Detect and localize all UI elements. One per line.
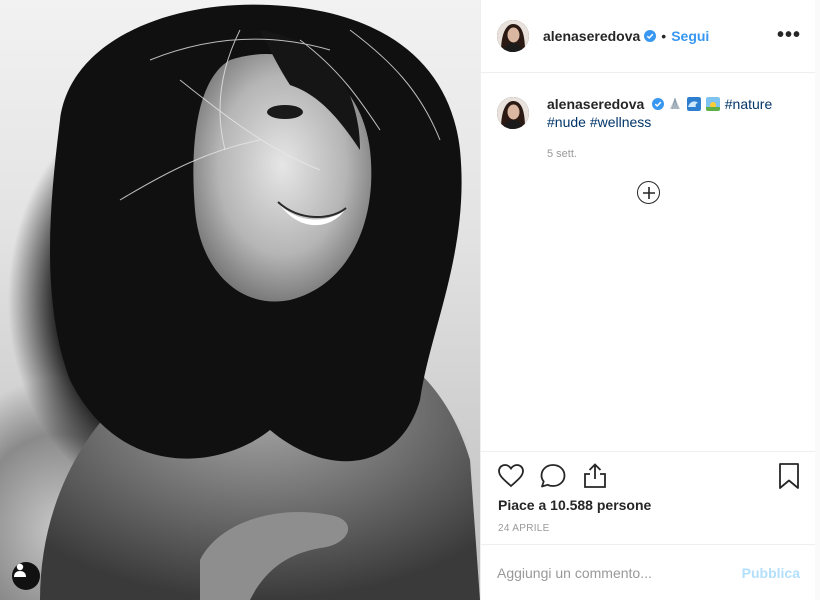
caption-username[interactable]: alenaseredova bbox=[547, 96, 644, 112]
comment-input[interactable] bbox=[497, 564, 742, 581]
more-options-button[interactable]: ••• bbox=[777, 24, 801, 47]
avatar[interactable] bbox=[497, 20, 529, 52]
caption-text: alenaseredova #nature #nude #wellness 5 … bbox=[547, 95, 772, 163]
avatar-image bbox=[497, 20, 529, 52]
plus-circle-icon bbox=[642, 186, 655, 199]
verified-badge-icon bbox=[652, 98, 665, 110]
sunrise-emoji-icon bbox=[705, 97, 720, 111]
likes-count[interactable]: Piace a 10.588 persone bbox=[498, 497, 651, 513]
separator-dot: • bbox=[661, 28, 667, 44]
post-date[interactable]: 24 APRILE bbox=[498, 523, 550, 534]
share-icon[interactable] bbox=[581, 462, 609, 490]
action-bar bbox=[497, 462, 609, 490]
shell-emoji-icon bbox=[670, 97, 681, 110]
hashtag-nature[interactable]: #nature bbox=[725, 96, 772, 112]
post-photo[interactable] bbox=[0, 0, 480, 600]
post-side-panel: alenaseredova • Segui ••• alenaseredova bbox=[480, 0, 816, 600]
caption-timestamp[interactable]: 5 sett. bbox=[547, 145, 772, 163]
hashtag-nude[interactable]: #nude bbox=[547, 114, 586, 130]
wave-emoji-icon bbox=[686, 97, 701, 111]
comment-icon[interactable] bbox=[539, 462, 567, 490]
bookmark-icon[interactable] bbox=[777, 462, 801, 490]
load-more-comments-button[interactable] bbox=[637, 181, 660, 204]
caption: alenaseredova #nature #nude #wellness 5 … bbox=[481, 73, 815, 163]
verified-badge-icon bbox=[644, 30, 657, 42]
heart-icon[interactable] bbox=[497, 462, 525, 490]
comment-bar: Pubblica bbox=[481, 544, 816, 600]
page-edge bbox=[815, 0, 820, 600]
profile-tag-button[interactable] bbox=[12, 562, 40, 590]
username-link[interactable]: alenaseredova bbox=[543, 28, 640, 44]
caption-avatar[interactable] bbox=[497, 97, 529, 129]
follow-button[interactable]: Segui bbox=[671, 28, 709, 44]
photo-illustration bbox=[40, 4, 480, 600]
avatar-image bbox=[497, 97, 529, 129]
hashtag-wellness[interactable]: #wellness bbox=[590, 114, 651, 130]
divider bbox=[481, 451, 816, 452]
user-icon bbox=[14, 563, 26, 577]
publish-button[interactable]: Pubblica bbox=[742, 565, 800, 581]
post-header: alenaseredova • Segui ••• bbox=[481, 0, 815, 73]
